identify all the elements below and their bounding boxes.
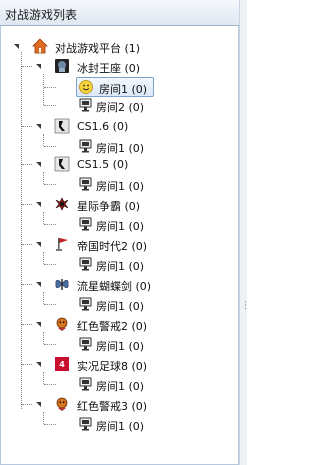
- room-label: 房间1 (0): [96, 180, 145, 193]
- age-of-empires-icon: [54, 236, 70, 252]
- root-label: 对战游戏平台 (1): [55, 42, 141, 55]
- red-alert-icon: [54, 316, 70, 332]
- computer-icon: [78, 176, 94, 192]
- room-node[interactable]: 房间1 (0): [0, 254, 239, 274]
- expand-arrow-icon[interactable]: [36, 402, 41, 407]
- room-node[interactable]: 房间1 (0): [0, 77, 239, 97]
- svg-text:4: 4: [59, 360, 65, 369]
- room-node[interactable]: 房间1 (0): [0, 136, 239, 156]
- game-node[interactable]: 流星蝴蝶剑 (0): [0, 274, 239, 294]
- game-label: 帝国时代2 (0): [77, 240, 148, 253]
- room-label: 房间1 (0): [96, 380, 145, 393]
- game-label: 流星蝴蝶剑 (0): [77, 280, 152, 293]
- starcraft-icon: [54, 196, 70, 212]
- game-node[interactable]: 帝国时代2 (0): [0, 234, 239, 254]
- game-node[interactable]: CS1.6 (0): [0, 116, 239, 136]
- game-node[interactable]: 星际争霸 (0): [0, 194, 239, 214]
- computer-icon: [78, 336, 94, 352]
- computer-icon: [78, 216, 94, 232]
- room-node[interactable]: 房间1 (0): [0, 214, 239, 234]
- room-node[interactable]: 房间1 (0): [0, 374, 239, 394]
- game-node[interactable]: 冰封王座 (0): [0, 56, 239, 76]
- room-node[interactable]: 房间1 (0): [0, 174, 239, 194]
- game-label: 实况足球8 (0): [77, 360, 148, 373]
- game-node[interactable]: CS1.5 (0): [0, 154, 239, 174]
- computer-icon: [78, 138, 94, 154]
- expand-arrow-icon[interactable]: [14, 44, 19, 49]
- expand-arrow-icon[interactable]: [36, 124, 41, 129]
- room-node[interactable]: 房间2 (0): [0, 95, 239, 115]
- expand-arrow-icon[interactable]: [36, 362, 41, 367]
- computer-icon: [78, 296, 94, 312]
- computer-icon: [78, 97, 94, 113]
- room-label: 房间1 (0): [96, 340, 145, 353]
- game-label: CS1.6 (0): [77, 120, 129, 133]
- room-label: 房间1 (0): [96, 220, 145, 233]
- cs-icon: [54, 156, 70, 172]
- expand-arrow-icon[interactable]: [36, 322, 41, 327]
- game-label: 星际争霸 (0): [77, 200, 141, 213]
- room-label: 房间1 (0): [96, 300, 145, 313]
- game-node[interactable]: 红色警戒2 (0): [0, 314, 239, 334]
- splitter-grip-icon[interactable]: ⋮: [241, 302, 250, 311]
- computer-icon: [78, 376, 94, 392]
- game-tree: 对战游戏平台 (1) 冰封王座 (0) 房间1 (0) 房间2 (0) CS1.…: [0, 0, 239, 465]
- smiley-icon: [78, 79, 94, 95]
- game-node[interactable]: 红色警戒3 (0): [0, 394, 239, 414]
- splitter-handle[interactable]: ⋮: [239, 0, 250, 465]
- home-icon: [32, 38, 48, 54]
- expand-arrow-icon[interactable]: [36, 202, 41, 207]
- game-label: 红色警戒3 (0): [77, 400, 148, 413]
- cs-icon: [54, 118, 70, 134]
- winning-eleven-icon: 4: [54, 356, 70, 372]
- room-label: 房间1 (0): [96, 420, 145, 433]
- expand-arrow-icon[interactable]: [36, 242, 41, 247]
- frozen-throne-icon: [54, 58, 70, 74]
- game-label: 红色警戒2 (0): [77, 320, 148, 333]
- expand-arrow-icon[interactable]: [36, 64, 41, 69]
- room-node[interactable]: 房间1 (0): [0, 334, 239, 354]
- expand-arrow-icon[interactable]: [36, 282, 41, 287]
- meteor-butterfly-sword-icon: [54, 276, 70, 292]
- tree-root[interactable]: 对战游戏平台 (1): [0, 36, 239, 56]
- computer-icon: [78, 256, 94, 272]
- room-node[interactable]: 房间1 (0): [0, 294, 239, 314]
- room-node[interactable]: 房间1 (0): [0, 414, 239, 434]
- room-label: 房间2 (0): [96, 101, 145, 114]
- game-label: 冰封王座 (0): [77, 62, 141, 75]
- computer-icon: [78, 416, 94, 432]
- expand-arrow-icon[interactable]: [36, 162, 41, 167]
- game-label: CS1.5 (0): [77, 158, 129, 171]
- red-alert-icon: [54, 396, 70, 412]
- game-node[interactable]: 4 实况足球8 (0): [0, 354, 239, 374]
- room-label: 房间1 (0): [96, 260, 145, 273]
